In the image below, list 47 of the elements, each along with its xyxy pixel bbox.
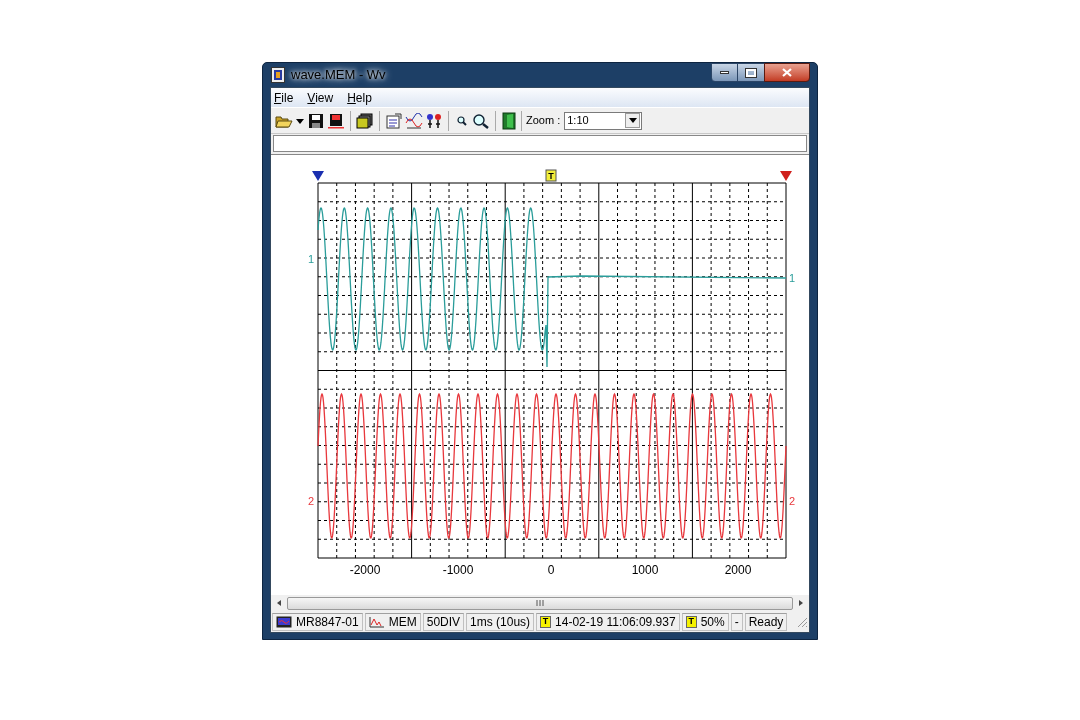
trigger-marker[interactable]: T — [545, 169, 557, 182]
window-title: wave.MEM - Wv — [291, 66, 386, 85]
channel-settings-icon[interactable] — [425, 112, 443, 129]
end-cursor-icon[interactable] — [780, 171, 792, 181]
maximize-button[interactable] — [738, 63, 764, 82]
x-axis-label: 1000 — [631, 563, 659, 577]
x-axis-label: -1000 — [442, 563, 474, 577]
status-text: 50DIV — [426, 613, 461, 631]
channel-label: 1 — [789, 272, 796, 284]
channel-label: 2 — [789, 495, 796, 507]
resize-grip-icon[interactable] — [796, 615, 808, 628]
door-icon[interactable] — [501, 111, 517, 130]
app-icon — [271, 67, 285, 83]
menu-item[interactable]: Help — [347, 88, 372, 107]
x-axis-label: -2000 — [349, 563, 381, 577]
status-text: - — [734, 613, 739, 631]
minimize-button[interactable] — [711, 63, 738, 82]
save-as-icon[interactable] — [327, 112, 345, 129]
x-axis-label: 2000 — [724, 563, 752, 577]
status-text: 14-02-19 11:06:09.937 — [555, 613, 676, 631]
zoom-select[interactable]: 1:10 — [564, 111, 643, 130]
status-text: MEM — [388, 613, 417, 631]
grip-icon — [536, 600, 544, 606]
waveform-edit-icon[interactable] — [405, 112, 423, 129]
save-icon[interactable] — [307, 112, 325, 129]
close-button[interactable] — [764, 63, 810, 82]
start-cursor-icon[interactable] — [312, 171, 324, 181]
properties-icon[interactable] — [385, 112, 403, 129]
waveform-icon — [368, 615, 385, 628]
scroll-thumb[interactable] — [287, 596, 793, 610]
zoom-in-icon[interactable] — [472, 112, 490, 129]
channel-label: 2 — [308, 495, 315, 507]
channel-label: 1 — [308, 253, 315, 265]
status-text: MR8847-01 — [296, 613, 359, 631]
copy-stack-icon[interactable] — [356, 112, 374, 129]
device-icon — [276, 615, 292, 628]
zoom-label: Zoom : — [526, 113, 561, 129]
status-text: Ready — [748, 613, 784, 631]
menu-item[interactable]: File — [274, 88, 294, 107]
close-icon — [782, 68, 792, 77]
caret-icon — [628, 118, 637, 123]
status-text: 50% — [700, 613, 725, 631]
menu-item[interactable]: View — [307, 88, 334, 107]
trigger-badge: T — [540, 615, 552, 628]
trigger-badge: T — [685, 615, 697, 628]
x-axis-label: 0 — [547, 563, 555, 577]
status-text: 1ms (10us) — [470, 613, 531, 631]
